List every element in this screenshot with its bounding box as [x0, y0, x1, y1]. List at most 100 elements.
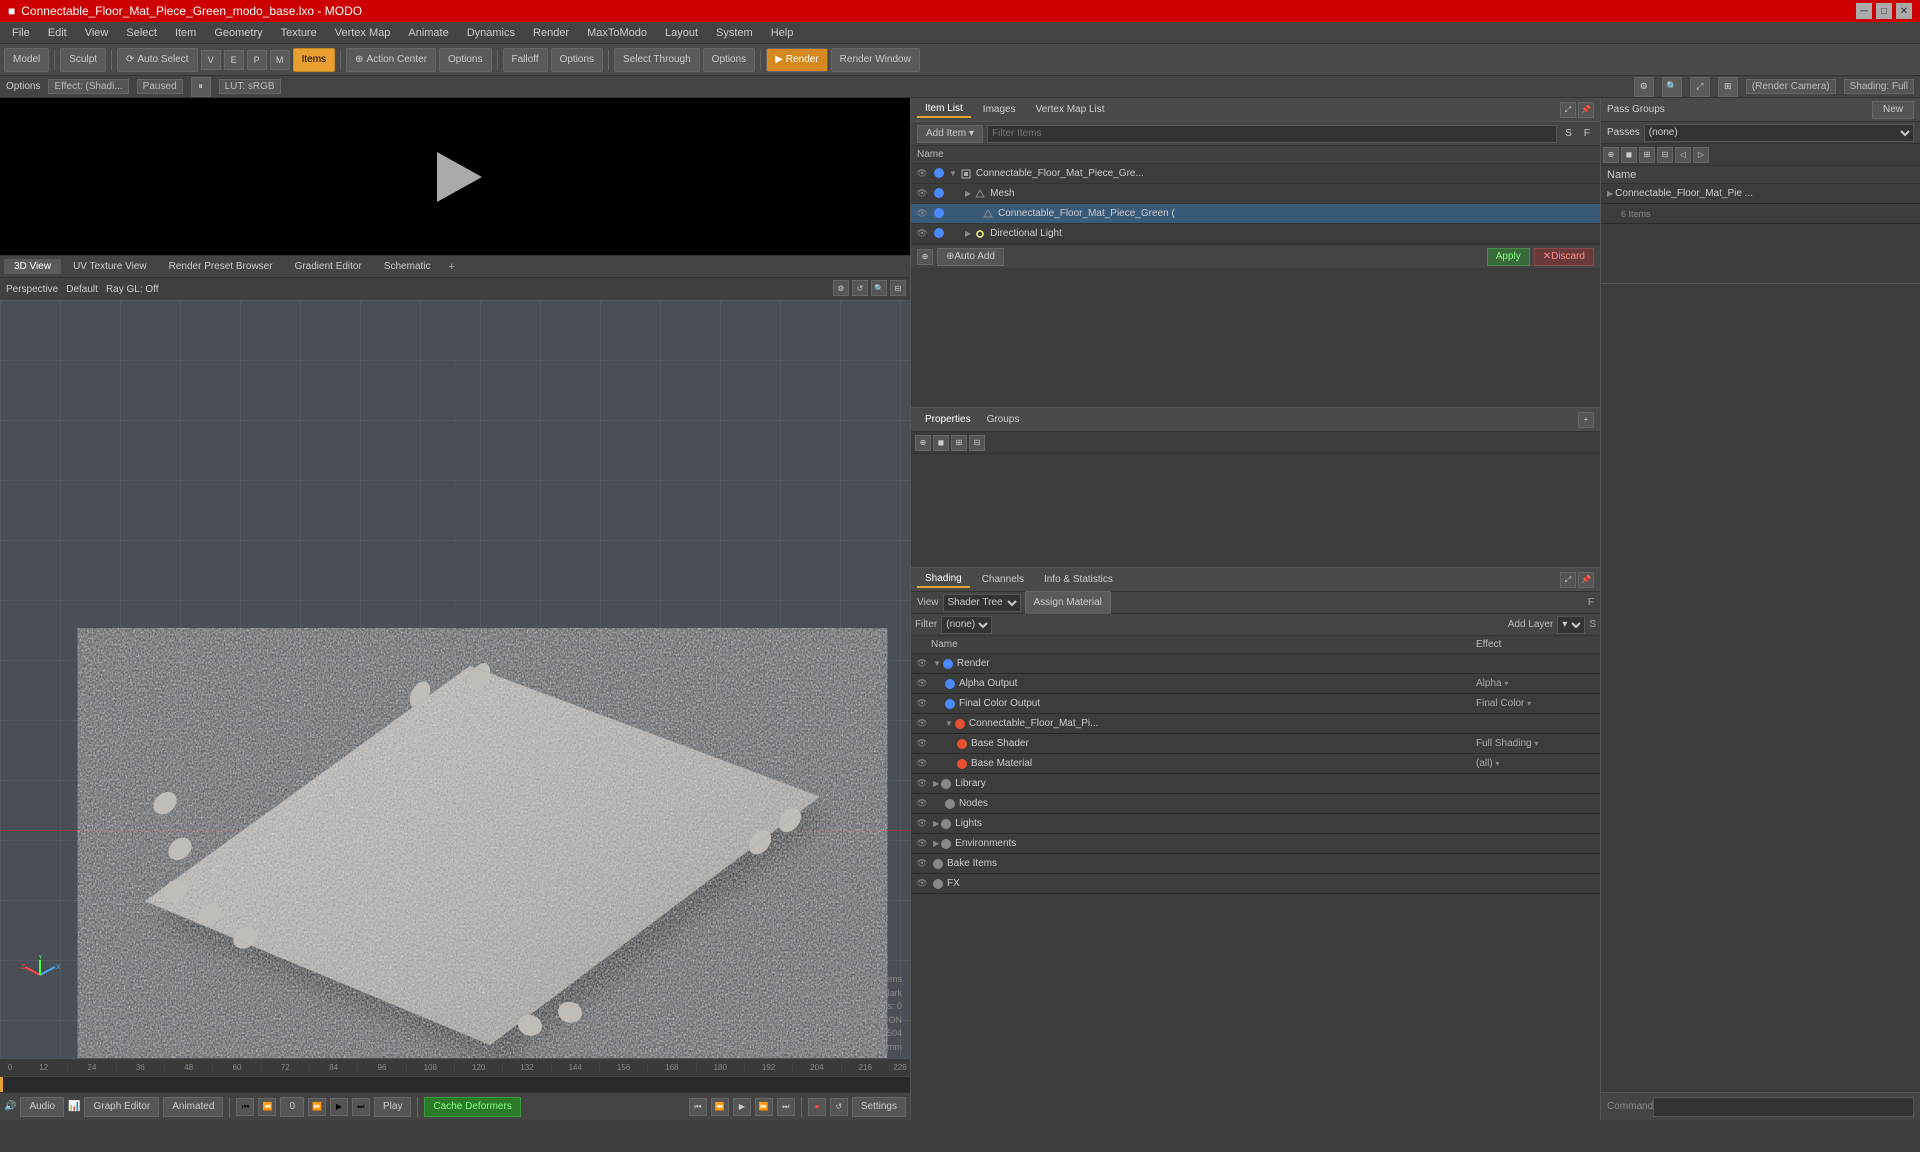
eye-mat[interactable]: 👁 — [915, 717, 929, 731]
toolbar-icon-4[interactable]: M — [270, 50, 290, 70]
groups-icon-4[interactable]: ⊟ — [1657, 147, 1673, 163]
props-tool-1[interactable]: ⊕ — [915, 435, 931, 451]
item-row-mesh[interactable]: 👁 ▶ Mesh — [911, 184, 1600, 204]
eye-base-shader[interactable]: 👁 — [915, 737, 929, 751]
next-button[interactable]: ⏩ — [308, 1098, 326, 1116]
settings-button[interactable]: Settings — [852, 1097, 906, 1117]
menu-layout[interactable]: Layout — [657, 25, 706, 41]
animated-button[interactable]: Animated — [163, 1097, 223, 1117]
tab-properties[interactable]: Properties — [917, 412, 979, 427]
tree-row-final-color[interactable]: 👁 Final Color Output Final Color ▾ — [911, 694, 1600, 714]
props-tool-4[interactable]: ⊟ — [969, 435, 985, 451]
shading-pin-icon[interactable]: 📌 — [1578, 572, 1594, 588]
options-button-2[interactable]: Options — [551, 48, 603, 72]
playback-icon-1[interactable]: ⏮ — [689, 1098, 707, 1116]
render-button[interactable]: ▶ Render — [766, 48, 828, 72]
groups-icon-2[interactable]: ◼ — [1621, 147, 1637, 163]
tab-groups[interactable]: Groups — [979, 412, 1028, 427]
groups-icon-3[interactable]: ⊞ — [1639, 147, 1655, 163]
group-row-1[interactable]: ▶ Connectable_Floor_Mat_Pie ... — [1601, 184, 1920, 204]
mat-expand[interactable]: ▼ — [945, 719, 953, 728]
menu-vertex-map[interactable]: Vertex Map — [327, 25, 399, 41]
tab-item-list[interactable]: Item List — [917, 101, 971, 118]
loop-icon[interactable]: ↺ — [830, 1098, 848, 1116]
close-button[interactable]: ✕ — [1896, 3, 1912, 19]
timeline-bar[interactable] — [0, 1076, 910, 1092]
prev-prev-button[interactable]: ⏮ — [236, 1098, 254, 1116]
expand-scene[interactable]: ▼ — [949, 169, 957, 178]
play-button[interactable] — [425, 147, 485, 207]
menu-maxtomode[interactable]: MaxToModo — [579, 25, 655, 41]
items-button[interactable]: Items — [293, 48, 335, 72]
options-icon-1[interactable]: ⚙ — [1634, 77, 1654, 97]
shading-value[interactable]: Shading: Full — [1844, 79, 1914, 94]
render-expand[interactable]: ▼ — [933, 659, 941, 668]
auto-icon[interactable]: ⊕ — [917, 249, 933, 265]
groups-icon-1[interactable]: ⊕ — [1603, 147, 1619, 163]
playback-icon-3[interactable]: ▶ — [733, 1098, 751, 1116]
eye-render[interactable]: 👁 — [915, 657, 929, 671]
eye-library[interactable]: 👁 — [915, 777, 929, 791]
menu-edit[interactable]: Edit — [40, 25, 75, 41]
apply-button[interactable]: Apply — [1487, 248, 1530, 266]
auto-select-button[interactable]: ⟳ Auto Select — [117, 48, 198, 72]
viewport-icon-more[interactable]: ⊟ — [890, 280, 906, 296]
camera-value[interactable]: (Render Camera) — [1746, 79, 1836, 94]
menu-texture[interactable]: Texture — [273, 25, 325, 41]
render-window-button[interactable]: Render Window — [831, 48, 920, 72]
tree-row-mat[interactable]: 👁 ▼ Connectable_Floor_Mat_Pi... — [911, 714, 1600, 734]
eye-icon-mesh[interactable]: 👁 — [915, 187, 929, 201]
props-add-icon[interactable]: + — [1578, 412, 1594, 428]
auto-add-button[interactable]: ⊕ Auto Add — [937, 248, 1004, 266]
item-row-light[interactable]: 👁 ▶ Directional Light — [911, 224, 1600, 244]
tab-schematic[interactable]: Schematic — [374, 259, 441, 274]
eye-icon-scene[interactable]: 👁 — [915, 167, 929, 181]
viewport-icon-reset[interactable]: ↺ — [852, 280, 868, 296]
playback-icon-2[interactable]: ⏪ — [711, 1098, 729, 1116]
env-expand[interactable]: ▶ — [933, 839, 939, 848]
action-center-button[interactable]: ⊕ Action Center — [346, 48, 436, 72]
eye-icon-floor[interactable]: 👁 — [915, 207, 929, 221]
paused-icon[interactable]: ⏸ — [191, 77, 211, 97]
assign-material-button[interactable]: Assign Material — [1025, 591, 1111, 615]
toolbar-icon-1[interactable]: V — [201, 50, 221, 70]
menu-dynamics[interactable]: Dynamics — [459, 25, 523, 41]
add-layer-select[interactable]: ▾ — [1557, 616, 1585, 634]
eye-environments[interactable]: 👁 — [915, 837, 929, 851]
viewport-icon-settings[interactable]: ⚙ — [833, 280, 849, 296]
lut-value[interactable]: LUT: sRGB — [219, 79, 281, 94]
expand-mesh[interactable]: ▶ — [965, 189, 971, 198]
viewport-mode[interactable]: Perspective — [6, 284, 58, 295]
props-tool-3[interactable]: ⊞ — [951, 435, 967, 451]
item-list-expand-icon[interactable]: ⤢ — [1560, 102, 1576, 118]
filter-items-input[interactable] — [987, 125, 1557, 143]
model-button[interactable]: Model — [4, 48, 49, 72]
discard-button[interactable]: ✕ Discard — [1534, 248, 1594, 266]
menu-item[interactable]: Item — [167, 25, 204, 41]
options-button-1[interactable]: Options — [439, 48, 491, 72]
eye-bake[interactable]: 👁 — [915, 857, 929, 871]
groups-icon-5[interactable]: ◁ — [1675, 147, 1691, 163]
add-item-button[interactable]: Add Item ▾ — [917, 125, 983, 143]
graph-editor-button[interactable]: Graph Editor — [84, 1097, 159, 1117]
eye-base-mat[interactable]: 👁 — [915, 757, 929, 771]
tab-info-stats[interactable]: Info & Statistics — [1036, 572, 1121, 587]
eye-fx[interactable]: 👁 — [915, 877, 929, 891]
tab-images[interactable]: Images — [975, 102, 1024, 117]
tab-channels[interactable]: Channels — [974, 572, 1032, 587]
command-input[interactable] — [1653, 1097, 1914, 1117]
tree-row-bake[interactable]: 👁 Bake Items — [911, 854, 1600, 874]
menu-help[interactable]: Help — [763, 25, 802, 41]
menu-file[interactable]: File — [4, 25, 38, 41]
play-button-timeline[interactable]: ▶ — [330, 1098, 348, 1116]
eye-nodes[interactable]: 👁 — [915, 797, 929, 811]
falloff-button[interactable]: Falloff — [503, 48, 548, 72]
tab-uv-texture[interactable]: UV Texture View — [63, 259, 157, 274]
menu-geometry[interactable]: Geometry — [206, 25, 270, 41]
viewport-icon-zoom[interactable]: 🔍 — [871, 280, 887, 296]
tree-row-lights[interactable]: 👁 ▶ Lights — [911, 814, 1600, 834]
group-expand[interactable]: ▶ — [1607, 189, 1613, 198]
record-icon[interactable]: ● — [808, 1098, 826, 1116]
shading-expand-icon[interactable]: ⤢ — [1560, 572, 1576, 588]
toolbar-icon-2[interactable]: E — [224, 50, 244, 70]
